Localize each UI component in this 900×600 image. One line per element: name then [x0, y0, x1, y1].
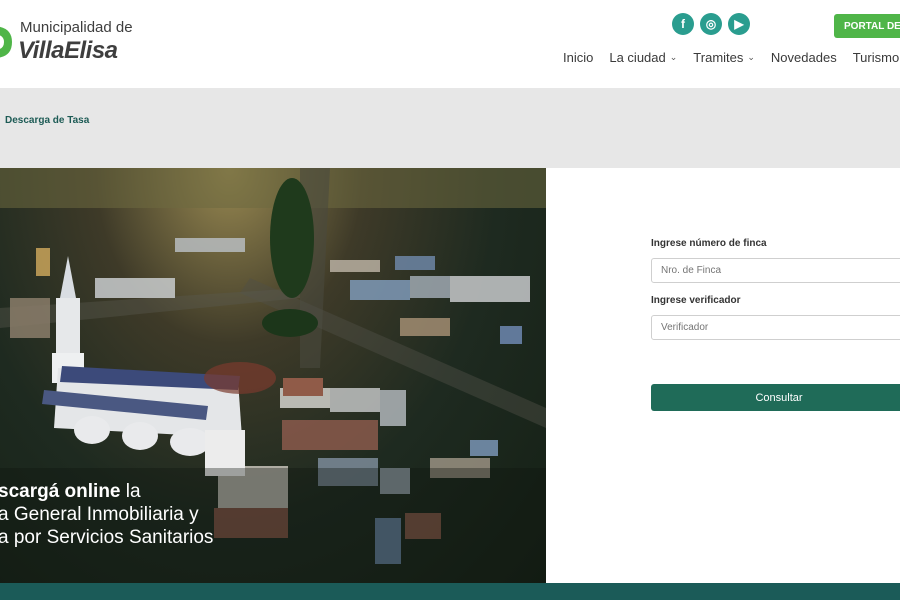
hero-line1-bold: scargá online — [0, 481, 121, 502]
breadcrumb-band: Descarga de Tasa — [0, 88, 900, 168]
consultar-button[interactable]: Consultar — [651, 384, 900, 411]
finca-label: Ingrese número de finca — [651, 238, 767, 249]
nav-item-label: Tramites — [693, 49, 744, 65]
nav-item-label: Turismo — [852, 49, 900, 65]
consulta-form: Ingrese número de finca Ingrese verifica… — [651, 238, 900, 411]
verificador-input[interactable] — [651, 315, 900, 340]
logo-mark-icon — [0, 26, 12, 58]
nav-item-label: Inicio — [563, 49, 594, 65]
logo-text-top: Municipalidad de — [20, 19, 133, 36]
nav-item-label: Novedades — [770, 49, 837, 65]
breadcrumb-current[interactable]: Descarga de Tasa — [5, 115, 89, 126]
facebook-icon[interactable]: f — [672, 13, 694, 35]
main-nav: Inicio La ciudad ⌄ Tramites ⌄ Novedades Turism… — [563, 48, 900, 66]
nav-item-label: La ciudad — [609, 49, 666, 65]
instagram-icon[interactable]: ◎ — [700, 13, 722, 35]
hero-line3: a por Servicios Sanitarios — [0, 527, 214, 548]
nav-item-inicio[interactable]: Inicio — [563, 50, 593, 65]
nav-item-turismo[interactable]: Turismo — [853, 50, 899, 65]
chevron-down-icon: ⌄ — [669, 51, 678, 62]
social-links: f ◎ ▶ — [672, 13, 750, 35]
nav-item-la-ciudad[interactable]: La ciudad ⌄ — [609, 50, 677, 65]
hero-image: scargá online la a General Inmobiliaria … — [0, 168, 546, 583]
nav-item-novedades[interactable]: Novedades — [771, 50, 837, 65]
verificador-label: Ingrese verificador — [651, 295, 741, 306]
hero-line2: a General Inmobiliaria y — [0, 504, 199, 525]
logo-text-bottom: VillaElisa — [18, 37, 118, 64]
chevron-down-icon: ⌄ — [747, 51, 755, 62]
portal-button[interactable]: PORTAL DEL E — [834, 14, 900, 38]
hero-line1-rest: la — [120, 481, 141, 502]
site-header: Municipalidad de VillaElisa f ◎ ▶ PORTAL D… — [0, 0, 900, 88]
youtube-icon[interactable]: ▶ — [728, 13, 750, 35]
nav-item-tramites[interactable]: Tramites ⌄ — [693, 50, 755, 65]
hero-caption: scargá online la a General Inmobiliaria … — [0, 480, 213, 549]
footer-strip — [0, 583, 900, 600]
finca-input[interactable] — [651, 258, 900, 283]
site-logo[interactable]: Municipalidad de VillaElisa — [0, 14, 150, 70]
